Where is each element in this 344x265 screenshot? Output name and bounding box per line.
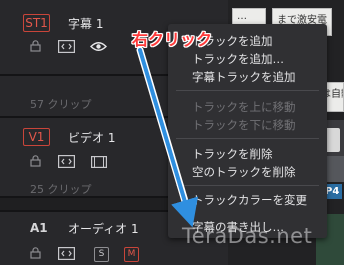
watermark-text: TeraDas.net — [182, 224, 313, 248]
annotation-right-click-label: 右クリック — [132, 30, 213, 49]
